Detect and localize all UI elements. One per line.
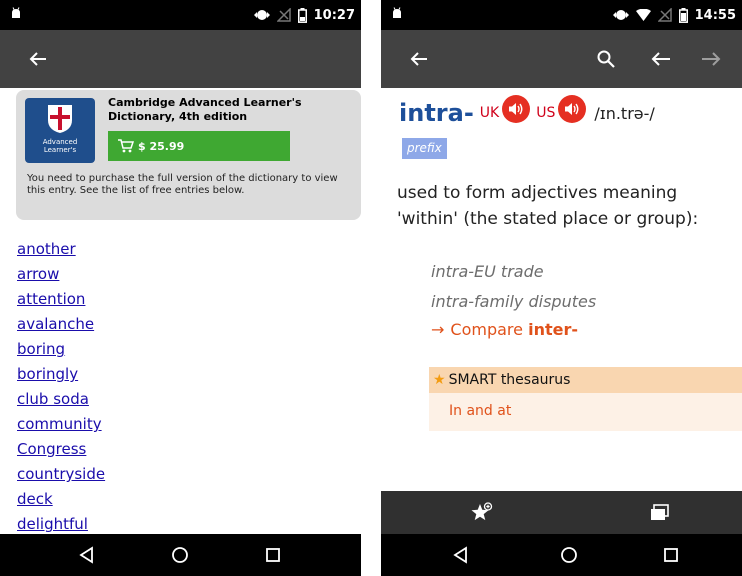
part-of-speech-badge: prefix: [402, 138, 447, 159]
wifi-icon: [635, 8, 651, 21]
price-label: $ 25.99: [138, 139, 185, 153]
battery-icon: [297, 7, 307, 23]
entry-link[interactable]: delightful: [17, 515, 88, 533]
star-add-icon[interactable]: [471, 502, 493, 524]
arrow-left-icon[interactable]: [649, 47, 673, 71]
android-notification-icon: [393, 7, 401, 18]
arrow-left-icon[interactable]: [407, 47, 431, 71]
list-item: deck: [17, 487, 105, 512]
definition-text: used to form adjectives meaning 'within'…: [397, 183, 699, 229]
list-item: avalanche: [17, 312, 105, 337]
buy-button[interactable]: $ 25.99: [108, 131, 290, 161]
thesaurus-body: In and at: [429, 393, 742, 431]
free-entries-list: another arrow attention avalanche boring…: [17, 237, 105, 537]
compare-arrow: →: [431, 320, 445, 339]
purchase-card: Advanced Learner's Cambridge Advanced Le…: [16, 90, 361, 220]
data-saver-icon: [253, 10, 270, 20]
shopping-cart-icon: [118, 139, 134, 153]
list-item: arrow: [17, 262, 105, 287]
recents-square-icon[interactable]: [263, 545, 283, 565]
status-time: 10:27: [313, 7, 355, 23]
list-item: Congress: [17, 437, 105, 462]
entry-link[interactable]: boring: [17, 340, 65, 358]
list-item: community: [17, 412, 105, 437]
list-item: attention: [17, 287, 105, 312]
uk-audio-button[interactable]: [502, 95, 531, 123]
speaker-icon: [565, 103, 579, 115]
speaker-icon: [509, 103, 523, 115]
pronunciation: /ɪn.trə-/: [594, 103, 655, 123]
headword-row: intra- UK US /ɪn.trə-/: [399, 95, 655, 130]
example-sentence: intra-family disputes: [431, 292, 597, 311]
cards-icon[interactable]: [649, 502, 671, 524]
purchase-message: You need to purchase the full version of…: [27, 173, 338, 196]
left-phone-screen: 10:27 Advanced Learner's Cambridge Advan…: [0, 0, 361, 576]
home-circle-icon[interactable]: [559, 545, 579, 565]
app-bar: [381, 30, 742, 88]
entry-link[interactable]: club soda: [17, 390, 89, 408]
compare-link[interactable]: → Compare inter-: [431, 320, 578, 339]
status-time: 14:55: [694, 7, 736, 23]
status-bar: 14:55: [381, 0, 742, 30]
status-bar: 10:27: [0, 0, 361, 30]
data-saver-icon: [612, 10, 629, 20]
search-icon[interactable]: [594, 47, 618, 71]
arrow-right-icon[interactable]: [699, 47, 723, 71]
battery-icon: [678, 7, 688, 23]
us-label: US: [536, 105, 556, 121]
arrow-left-icon[interactable]: [26, 47, 50, 71]
us-audio-button[interactable]: [558, 95, 587, 123]
bottom-toolbar: [381, 491, 742, 534]
system-nav-bar: [381, 534, 742, 576]
list-item: boringly: [17, 362, 105, 387]
recents-square-icon[interactable]: [661, 545, 681, 565]
cambridge-shield-icon: [48, 105, 72, 133]
entry-link[interactable]: community: [17, 415, 102, 433]
entry-link[interactable]: arrow: [17, 265, 59, 283]
entry-link[interactable]: deck: [17, 490, 53, 508]
dictionary-title: Cambridge Advanced Learner's Dictionary,…: [108, 96, 302, 123]
system-nav-bar: [0, 534, 361, 576]
headword: intra-: [399, 99, 474, 127]
entry-link[interactable]: countryside: [17, 465, 105, 483]
signal-off-icon: [276, 8, 291, 22]
list-item: club soda: [17, 387, 105, 412]
entry-link[interactable]: avalanche: [17, 315, 94, 333]
back-triangle-icon[interactable]: [451, 545, 471, 565]
entry-link[interactable]: another: [17, 240, 76, 258]
compare-label: Compare: [450, 320, 523, 339]
android-notification-icon: [12, 7, 20, 18]
thesaurus-link[interactable]: In and at: [449, 403, 511, 419]
dictionary-cover-image: Advanced Learner's: [25, 98, 95, 163]
example-sentence: intra-EU trade: [431, 262, 544, 281]
list-item: another: [17, 237, 105, 262]
uk-label: UK: [479, 105, 500, 121]
list-item: countryside: [17, 462, 105, 487]
compare-target: inter-: [528, 320, 578, 339]
cover-text: Advanced: [42, 138, 78, 146]
right-phone-screen: 14:55 intra- UK US /ɪn.trə-/ prefix used…: [381, 0, 742, 576]
thesaurus-title: SMART thesaurus: [448, 372, 571, 388]
cover-text: Learner's: [43, 146, 77, 154]
list-item: boring: [17, 337, 105, 362]
smart-thesaurus-header[interactable]: ★ SMART thesaurus: [429, 367, 742, 393]
star-icon: ★: [433, 372, 446, 388]
signal-off-icon: [657, 8, 672, 22]
back-triangle-icon[interactable]: [77, 545, 97, 565]
app-bar: [0, 30, 361, 88]
entry-link[interactable]: Congress: [17, 440, 86, 458]
home-circle-icon[interactable]: [170, 545, 190, 565]
entry-link[interactable]: attention: [17, 290, 85, 308]
entry-link[interactable]: boringly: [17, 365, 78, 383]
